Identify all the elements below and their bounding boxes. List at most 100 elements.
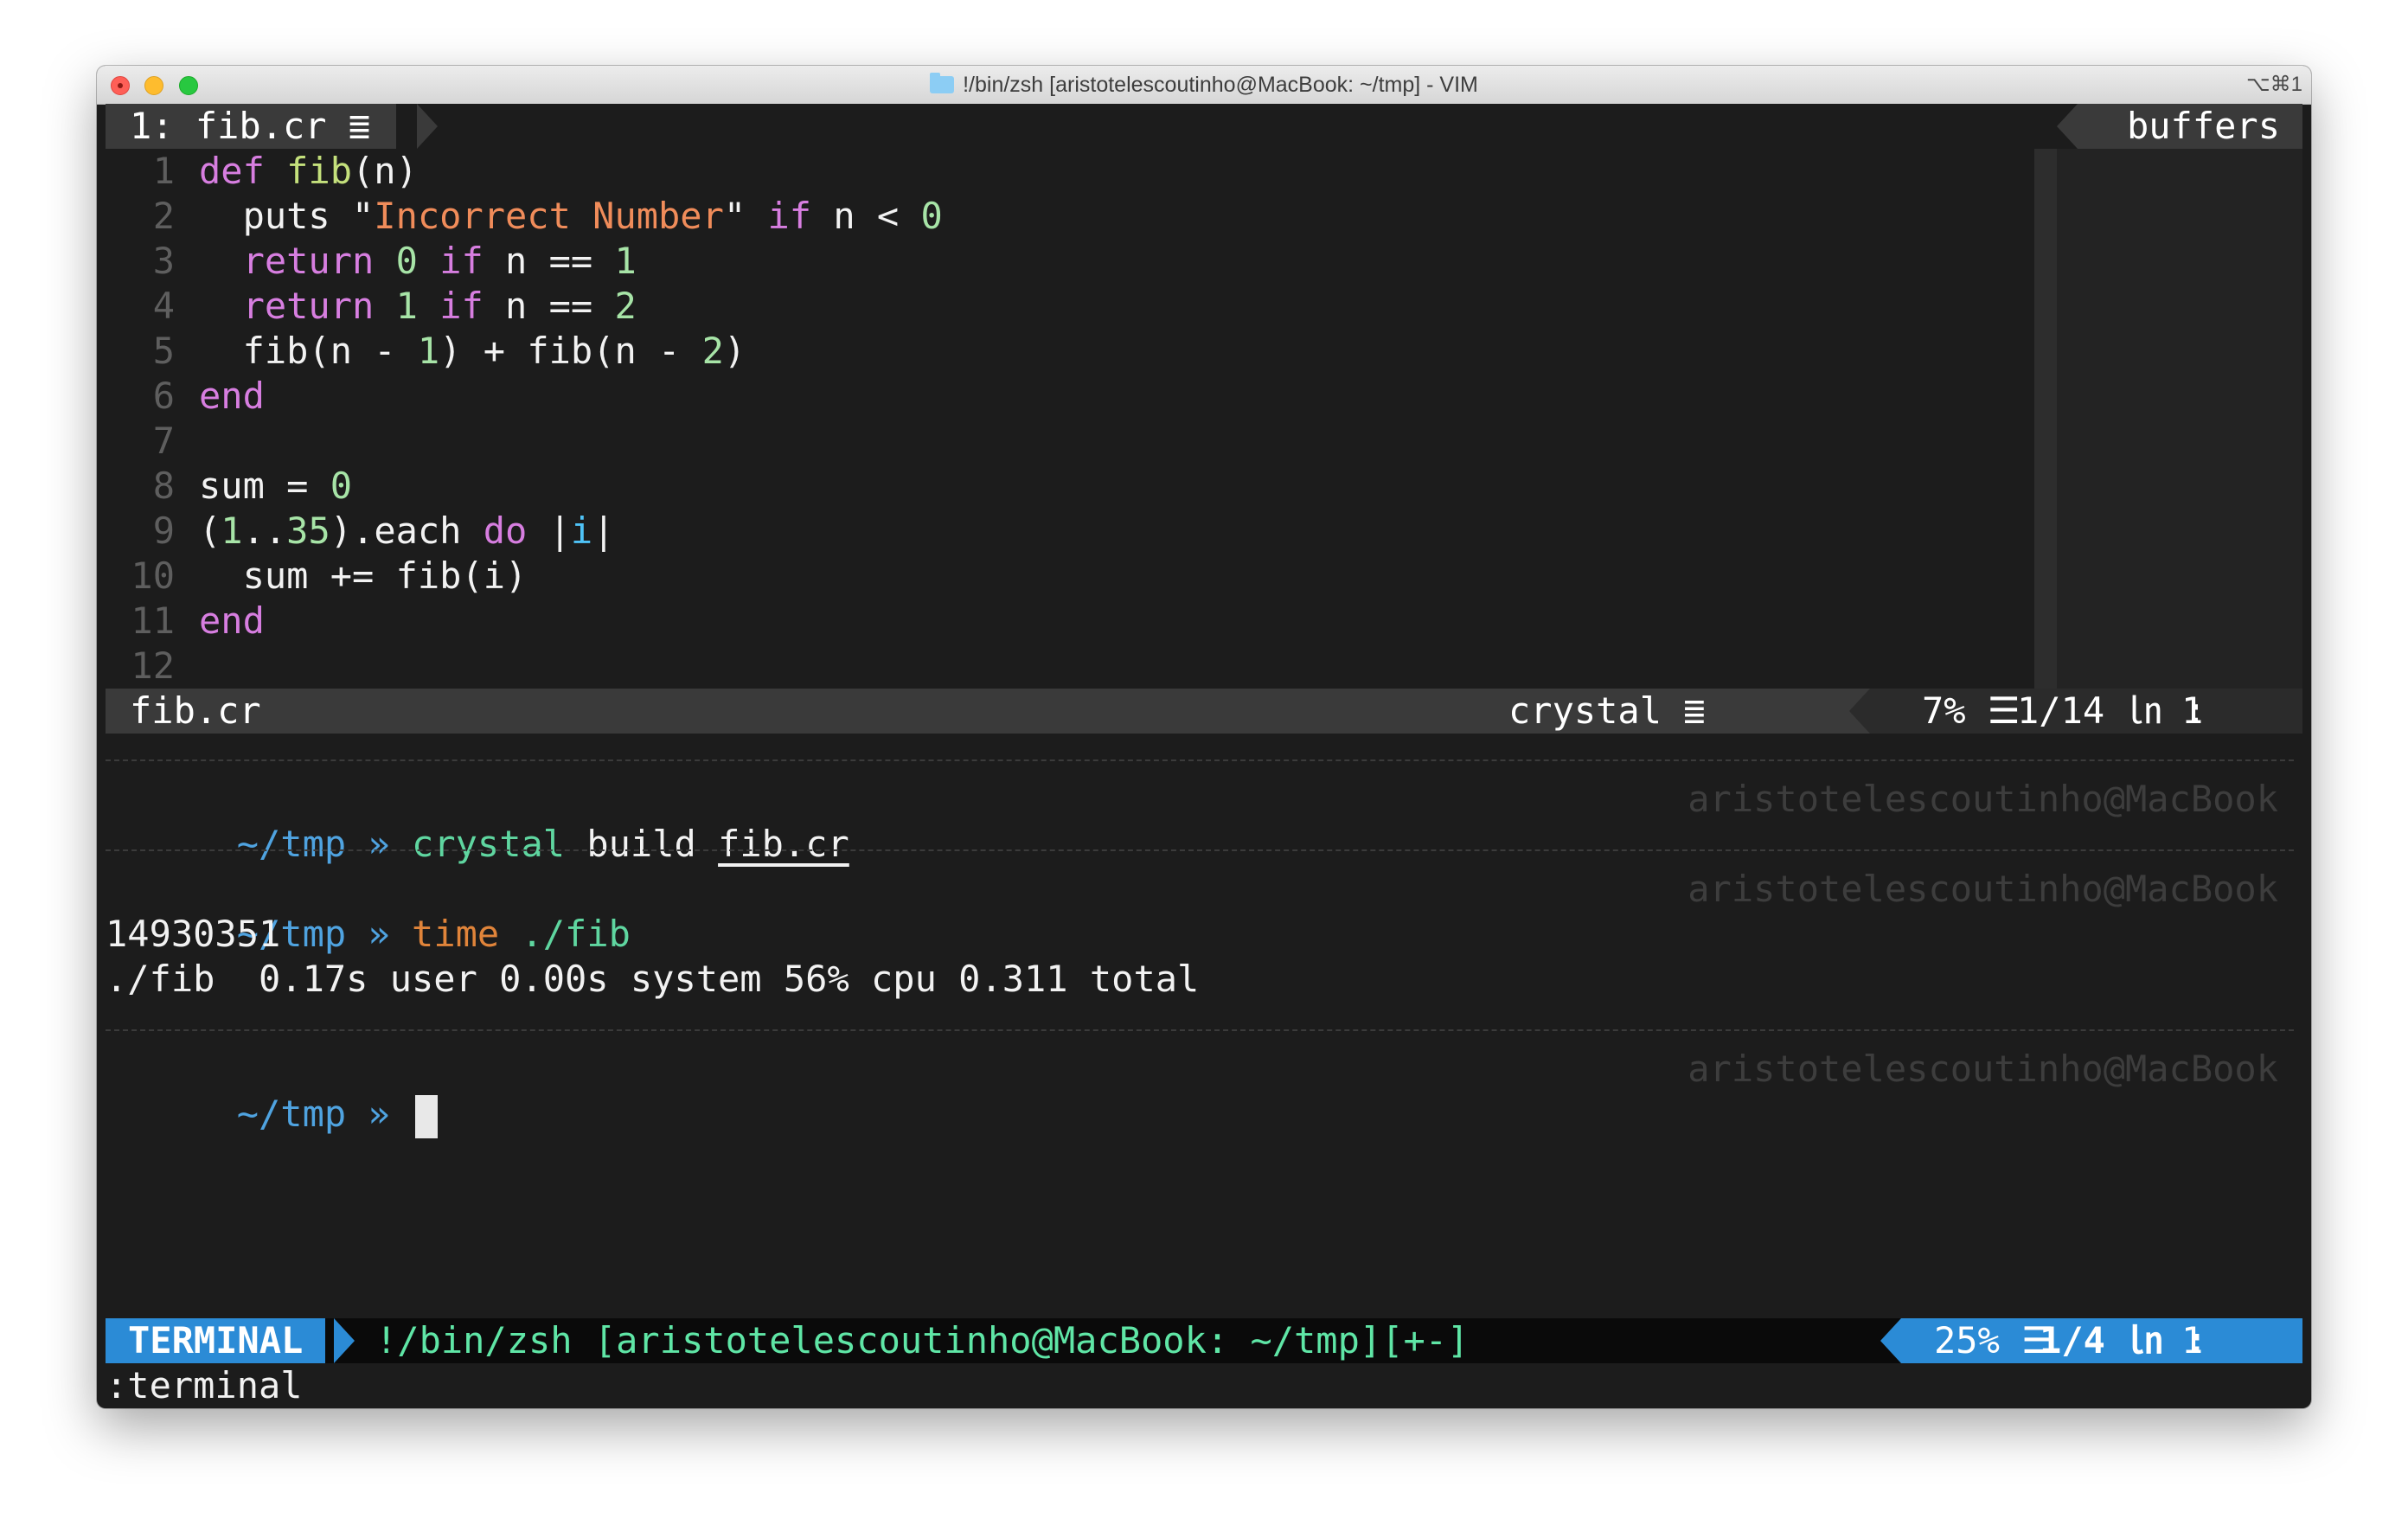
code-line[interactable]: 9 (1..35).each do |i|	[106, 509, 615, 554]
prompt-divider	[106, 849, 2294, 851]
line-number: 11	[131, 599, 175, 642]
line-number: 6	[152, 375, 175, 417]
code-token: ).each	[330, 509, 484, 552]
command-output: 14930351	[106, 913, 281, 955]
code-token: if	[439, 285, 484, 327]
code-editor[interactable]: 1 def fib(n) 2 puts "Incorrect Number" if …	[106, 149, 2302, 689]
code-token: def	[199, 150, 287, 192]
line-number: 9	[152, 509, 175, 552]
prompt-arrow: »	[368, 823, 390, 865]
code-token: 1	[395, 285, 418, 327]
code-token: 35	[286, 509, 330, 552]
vertical-split	[2034, 149, 2057, 689]
buffers-separator	[2057, 104, 2078, 149]
title-bar: !/bin/zsh [aristotelescoutinho@MacBook: …	[97, 66, 2311, 105]
tab-fib-cr[interactable]: 1: fib.cr ≣	[106, 104, 397, 149]
shell-line-1: ~/tmp » crystal build fib.cr aristoteles…	[106, 777, 2302, 865]
line-number: 1	[152, 150, 175, 192]
line-number: 10	[131, 554, 175, 597]
code-token: (n)	[352, 150, 418, 192]
command-file[interactable]: fib.cr	[718, 823, 849, 865]
code-line[interactable]: 12	[106, 644, 199, 689]
command-args: build	[565, 823, 719, 865]
status-position: 1/14 ㏑ :	[2017, 689, 2207, 732]
prompt-host: aristotelescoutinho@MacBook	[1688, 868, 2278, 910]
terminal-status-column: 1	[2181, 1319, 2204, 1362]
code-token: do	[483, 509, 528, 552]
code-token: fib(n -	[199, 330, 418, 372]
tab-separator	[417, 104, 438, 149]
code-token: n ==	[483, 240, 615, 282]
code-token: (	[199, 509, 221, 552]
code-token: if	[767, 195, 812, 237]
prompt-arrow: »	[368, 1093, 390, 1135]
terminal-status-percent: 25% ☰	[1934, 1319, 2054, 1362]
code-token: 2	[701, 330, 724, 372]
editor-statusline: fib.cr crystal ≣ 7% ☰ 1/14 ㏑ : 1	[106, 689, 2302, 734]
command-line[interactable]: :terminal	[106, 1363, 2302, 1408]
line-number: 8	[152, 465, 175, 507]
window-title-container: !/bin/zsh [aristotelescoutinho@MacBook: …	[97, 66, 2311, 104]
code-token: "	[723, 195, 768, 237]
code-line[interactable]: 6 end	[106, 374, 265, 419]
code-token: ) + fib(n -	[439, 330, 702, 372]
window-title: !/bin/zsh [aristotelescoutinho@MacBook: …	[963, 72, 1478, 97]
code-token: 1	[614, 240, 637, 282]
code-line[interactable]: 5 fib(n - 1) + fib(n - 2)	[106, 329, 746, 374]
buffers-label[interactable]: buffers	[2078, 104, 2302, 149]
code-token: ..	[242, 509, 287, 552]
side-pane	[2057, 149, 2302, 689]
prompt-divider	[106, 1029, 2294, 1031]
code-token: 1	[221, 509, 243, 552]
shell-line-3[interactable]: ~/tmp » aristotelescoutinho@MacBook	[106, 1047, 2302, 1138]
prompt-path: ~/tmp	[236, 823, 347, 865]
mode-separator	[334, 1318, 355, 1363]
code-line[interactable]: 3 return 0 if n == 1	[106, 239, 637, 284]
code-token: Incorrect Number	[374, 195, 724, 237]
terminal-area[interactable]: 1: fib.cr ≣ buffers 1 def fib(n) 2 puts "I…	[106, 104, 2302, 1408]
mode-indicator: TERMINAL	[106, 1318, 326, 1363]
folder-icon	[930, 73, 955, 93]
code-token: n <	[811, 195, 921, 237]
code-line[interactable]: 7	[106, 419, 199, 464]
code-token: if	[439, 240, 484, 282]
text-cursor	[415, 1094, 439, 1138]
code-token: return	[242, 240, 375, 282]
code-token: sum =	[199, 465, 330, 507]
prompt-host: aristotelescoutinho@MacBook	[1688, 1048, 2278, 1090]
code-line[interactable]: 11 end	[106, 599, 264, 644]
code-token: |	[527, 509, 571, 552]
code-token: sum += fib(i)	[199, 554, 528, 597]
command-program: crystal	[412, 823, 566, 865]
status-separator	[1849, 689, 1870, 734]
code-token: end	[199, 375, 265, 417]
terminal-status-separator	[1880, 1318, 1901, 1363]
code-token: |	[592, 509, 615, 552]
code-token: 2	[614, 285, 637, 327]
terminal-buffer-title: !/bin/zsh [aristotelescoutinho@MacBook: …	[375, 1319, 1470, 1362]
code-line[interactable]: 4 return 1 if n == 2	[106, 284, 637, 329]
command-output: ./fib 0.17s user 0.00s system 56% cpu 0.…	[106, 958, 1200, 1000]
vim-window: !/bin/zsh [aristotelescoutinho@MacBook: …	[97, 66, 2311, 1408]
prompt-divider	[106, 759, 2294, 761]
code-line[interactable]: 10 sum += fib(i)	[106, 554, 527, 599]
code-token: 0	[395, 240, 418, 282]
code-line[interactable]: 8 sum = 0	[106, 464, 352, 509]
tabline: 1: fib.cr ≣ buffers	[106, 104, 2302, 149]
line-number: 4	[152, 285, 175, 327]
status-filename: fib.cr	[130, 689, 261, 732]
code-token: 0	[920, 195, 943, 237]
code-token: 0	[330, 465, 353, 507]
code-line[interactable]: 1 def fib(n)	[106, 149, 418, 194]
code-line[interactable]: 2 puts "Incorrect Number" if n < 0	[106, 194, 943, 239]
terminal-statusline: TERMINAL !/bin/zsh [aristotelescoutinho@…	[106, 1318, 2302, 1363]
code-token: n ==	[483, 285, 615, 327]
shell-line-2: ~/tmp » time ./fib aristotelescoutinho@M…	[106, 867, 2302, 955]
line-number: 7	[152, 420, 175, 462]
line-number: 2	[152, 195, 175, 237]
code-token: )	[723, 330, 746, 372]
prompt-path: ~/tmp	[236, 1093, 347, 1135]
